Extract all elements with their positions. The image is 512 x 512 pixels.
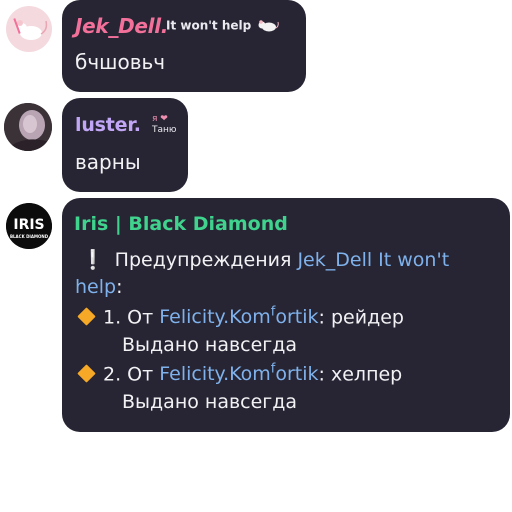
user-mention[interactable]: Jek_Dell It won't [297, 249, 449, 271]
message-text: варны [75, 150, 141, 174]
exclamation-icon: ❕ [81, 249, 105, 271]
rat-icon [258, 20, 280, 32]
user-status: я ❤ Таню [152, 114, 176, 136]
author-name[interactable]: luster. [75, 114, 141, 136]
status-line: я ❤ [152, 114, 168, 124]
diamond-icon [77, 307, 96, 327]
logo-subtext: BLACK DIAMOND [10, 234, 49, 239]
message-bubble: Iris | Black Diamond ❕ Предупреждения Jek… [62, 198, 510, 432]
iris-logo: IRIS BLACK DIAMOND [6, 203, 52, 249]
warning-number: 2. От [103, 363, 154, 386]
diamond-icon [77, 364, 96, 384]
colon: : [116, 276, 123, 298]
warnings-header: ❕ Предупреждения Jek_Dell It won't [75, 248, 449, 271]
warning-duration: Выдано навсегда [122, 334, 298, 356]
logo-text: IRIS [13, 217, 44, 233]
warnings-header-cont: help: [75, 276, 122, 298]
user-status: It won't help [166, 18, 280, 34]
rat-avatar-icon [13, 18, 48, 40]
moderator-mention[interactable]: Felicity.Komfortik [159, 362, 318, 385]
moderator-mention[interactable]: Felicity.Komfortik [159, 305, 318, 328]
status-line: Таню [152, 125, 177, 135]
warnings-label: Предупреждения [114, 249, 292, 271]
avatar-image [4, 103, 52, 151]
warning-number: 1. От [103, 306, 154, 329]
author-name[interactable]: Iris | Black Diamond [74, 213, 288, 235]
avatar[interactable]: IRIS BLACK DIAMOND [6, 203, 52, 249]
message-bubble: luster. я ❤ Таню варны [62, 98, 188, 192]
status-text: It won't help [166, 18, 252, 33]
warning-item: 1. От Felicity.Komfortik: рейдер [77, 305, 404, 328]
warning-reason: : хелпер [318, 363, 403, 386]
user-mention-cont[interactable]: help [75, 276, 116, 298]
avatar[interactable] [6, 6, 52, 52]
message-bubble: Jek_Dell. It won't help бчшовьч [62, 0, 306, 92]
avatar[interactable] [4, 103, 52, 151]
warning-duration: Выдано навсегда [122, 391, 298, 413]
message-text: бчшовьч [75, 50, 166, 74]
author-name[interactable]: Jek_Dell. [75, 14, 168, 38]
warning-reason: : рейдер [318, 306, 404, 329]
warning-item: 2. От Felicity.Komfortik: хелпер [77, 362, 402, 385]
